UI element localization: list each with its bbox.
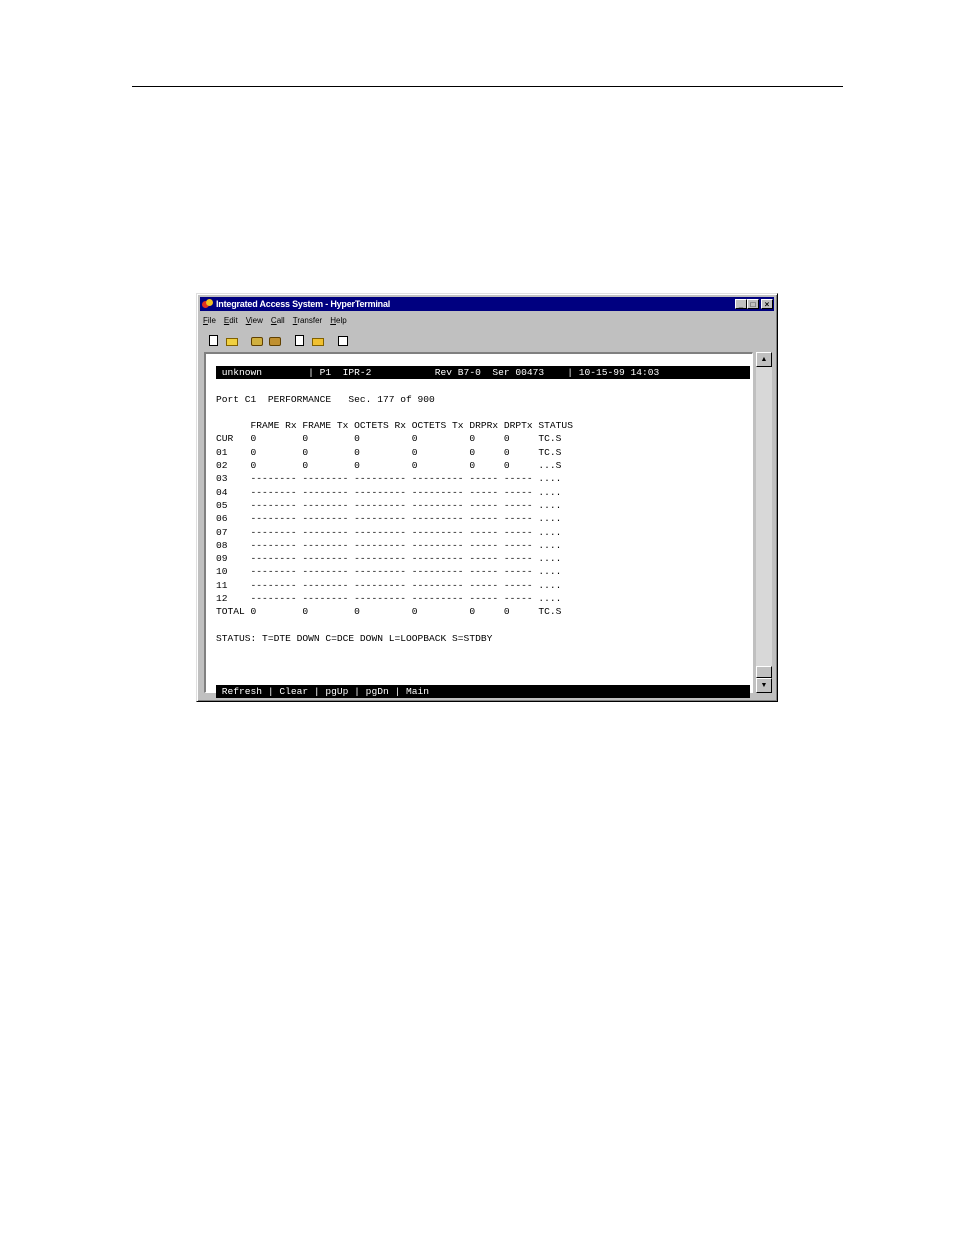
disconnect-icon[interactable] (266, 332, 283, 348)
properties-icon[interactable] (334, 332, 351, 348)
table-row: CUR 0 0 0 0 0 0 TC.S (216, 433, 562, 445)
table-row: 08 -------- -------- --------- ---------… (216, 539, 562, 551)
menu-edit[interactable]: Edit (224, 316, 238, 325)
minimize-button[interactable]: _ (735, 299, 747, 309)
menu-view[interactable]: View (246, 316, 263, 325)
table-row: 12 -------- -------- --------- ---------… (216, 593, 562, 605)
table-row: 10 -------- -------- --------- ---------… (216, 566, 562, 578)
table-row: 07 -------- -------- --------- ---------… (216, 526, 562, 538)
scroll-thumb[interactable] (756, 666, 772, 678)
terminal-screen[interactable]: unknown | P1 IPR-2 Rev B7-0 Ser 00473 | … (216, 366, 750, 699)
window-title: Integrated Access System - HyperTerminal (216, 299, 391, 309)
menu-file[interactable]: File (203, 316, 216, 325)
performance-title: Port C1 PERFORMANCE Sec. 177 of 900 (216, 393, 435, 405)
menu-transfer[interactable]: Transfer (293, 316, 323, 325)
table-row: 09 -------- -------- --------- ---------… (216, 553, 562, 565)
table-row: 06 -------- -------- --------- ---------… (216, 513, 562, 525)
toolbar (205, 331, 352, 349)
table-row-total: TOTAL 0 0 0 0 0 0 TC.S (216, 606, 562, 618)
hyperterminal-window: Integrated Access System - HyperTerminal… (196, 293, 778, 702)
hyperterminal-app-icon[interactable] (202, 298, 213, 310)
title-bar[interactable]: Integrated Access System - HyperTerminal… (200, 297, 774, 311)
receive-icon[interactable] (309, 332, 326, 348)
table-row: 04 -------- -------- --------- ---------… (216, 486, 562, 498)
menu-call[interactable]: Call (271, 316, 285, 325)
scroll-up-icon[interactable]: ▲ (756, 352, 772, 367)
close-button[interactable]: × (761, 299, 773, 309)
vertical-scrollbar[interactable]: ▲ ▼ (756, 352, 772, 693)
send-icon[interactable] (291, 332, 308, 348)
terminal-status-header: unknown | P1 IPR-2 Rev B7-0 Ser 00473 | … (216, 366, 750, 380)
terminal-command-footer: Refresh | Clear | pgUp | pgDn | Main (216, 684, 750, 699)
terminal-area[interactable]: unknown | P1 IPR-2 Rev B7-0 Ser 00473 | … (204, 352, 753, 699)
performance-column-header: FRAME Rx FRAME Tx OCTETS Rx OCTETS Tx DR… (216, 420, 573, 432)
open-icon[interactable] (223, 332, 240, 348)
table-row: 05 -------- -------- --------- ---------… (216, 499, 562, 511)
table-row: 03 -------- -------- --------- ---------… (216, 473, 562, 485)
new-icon[interactable] (205, 332, 222, 348)
table-row: 01 0 0 0 0 0 0 TC.S (216, 446, 562, 458)
maximize-button[interactable]: □ (747, 299, 759, 309)
menu-help[interactable]: Help (330, 316, 346, 325)
page-header-rule (132, 86, 843, 87)
scroll-down-icon[interactable]: ▼ (756, 678, 772, 693)
connect-icon[interactable] (248, 332, 265, 348)
menu-bar: File Edit View Call Transfer Help (203, 314, 347, 327)
status-legend: STATUS: T=DTE DOWN C=DCE DOWN L=LOOPBACK… (216, 632, 493, 644)
table-row: 02 0 0 0 0 0 0 ...S (216, 460, 562, 472)
table-row: 11 -------- -------- --------- ---------… (216, 579, 562, 591)
